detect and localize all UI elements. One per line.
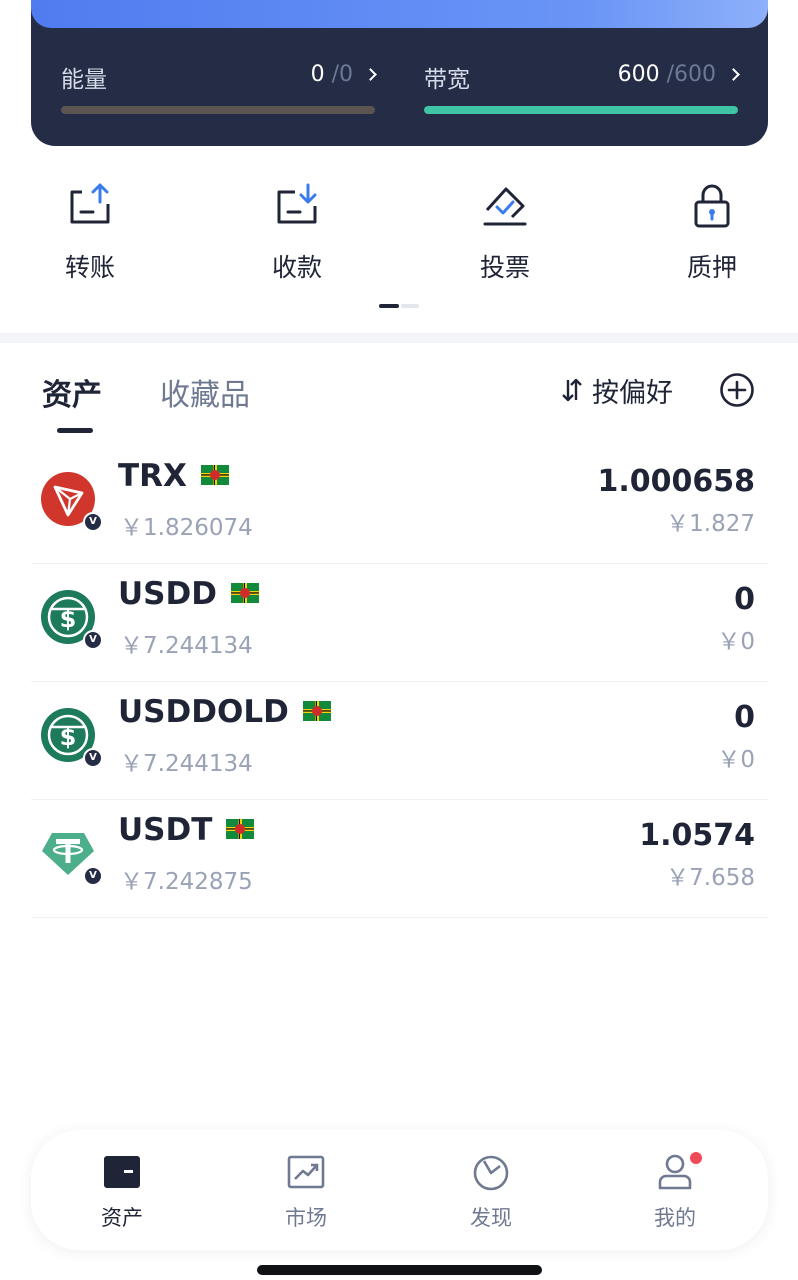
vote-icon xyxy=(483,187,527,226)
token-symbol-row: USDD xyxy=(118,576,259,612)
flag-icon xyxy=(200,464,229,485)
bandwidth-label: 带宽 xyxy=(424,67,470,93)
svg-text:$: $ xyxy=(60,723,77,751)
nav-discover-label: 发现 xyxy=(470,1206,512,1230)
transfer-button[interactable]: 转账 xyxy=(30,180,150,284)
energy-progress-bar xyxy=(61,106,375,114)
nav-profile-label: 我的 xyxy=(654,1206,696,1230)
token-symbol: USDDOLD xyxy=(118,694,289,730)
token-symbol: USDD xyxy=(118,576,217,612)
energy-label: 能量 xyxy=(61,67,107,93)
bandwidth-progress-fill xyxy=(424,106,738,114)
token-symbol-row: TRX xyxy=(118,458,229,494)
verified-badge: V xyxy=(83,748,103,768)
transfer-label: 转账 xyxy=(64,253,115,282)
sort-button[interactable]: 按偏好 xyxy=(562,372,673,409)
token-value: ￥0 xyxy=(717,747,755,773)
nav-profile[interactable]: 我的 xyxy=(620,1150,730,1232)
nav-assets[interactable]: 资产 xyxy=(67,1152,177,1232)
token-price: ￥7.242875 xyxy=(120,869,253,895)
verified-badge: V xyxy=(83,630,103,650)
market-chart-icon xyxy=(287,1155,325,1189)
verified-badge: V xyxy=(83,512,103,532)
chevron-right-icon xyxy=(727,68,740,81)
token-amount: 1.0574 xyxy=(639,818,755,853)
flag-icon xyxy=(302,700,331,721)
token-symbol-row: USDT xyxy=(118,812,255,848)
token-row-usdt[interactable]: V USDT ￥7.242875 1.0574 ￥7.658 xyxy=(31,800,768,918)
token-amount: 1.000658 xyxy=(597,464,755,499)
bandwidth-values: 600 /600 xyxy=(617,62,740,87)
token-amount: 0 xyxy=(734,700,755,735)
bandwidth-progress-bar xyxy=(424,106,738,114)
token-symbol: USDT xyxy=(118,812,213,848)
nav-discover[interactable]: 发现 xyxy=(436,1152,546,1232)
token-value: ￥7.658 xyxy=(666,865,755,891)
token-value: ￥1.827 xyxy=(666,511,755,537)
stake-button[interactable]: 质押 xyxy=(652,180,772,284)
token-amount: 0 xyxy=(734,582,755,617)
token-row-usdd[interactable]: $ V USDD ￥7.244134 0 ￥0 xyxy=(31,564,768,682)
token-price: ￥1.826074 xyxy=(120,515,253,541)
active-tab-indicator xyxy=(57,428,93,433)
receive-label: 收款 xyxy=(271,253,322,282)
home-indicator xyxy=(257,1265,542,1275)
stake-label: 质押 xyxy=(686,253,737,282)
discover-icon xyxy=(473,1155,509,1191)
energy-resource[interactable]: 能量 0 /0 xyxy=(61,60,377,120)
account-banner[interactable] xyxy=(31,0,768,28)
token-price: ￥7.244134 xyxy=(120,633,253,659)
token-symbol: TRX xyxy=(118,458,187,494)
section-divider xyxy=(0,333,798,343)
sort-label: 按偏好 xyxy=(592,377,673,409)
bandwidth-resource[interactable]: 带宽 600 /600 xyxy=(424,60,740,120)
page-dot xyxy=(401,304,419,308)
receive-icon xyxy=(277,183,317,224)
vote-label: 投票 xyxy=(479,253,530,282)
energy-current: 0 xyxy=(310,62,325,87)
energy-max: /0 xyxy=(331,62,353,87)
verified-badge: V xyxy=(83,866,103,886)
transfer-out-icon xyxy=(70,183,110,224)
notification-dot xyxy=(688,1150,704,1166)
sort-arrows-icon xyxy=(562,378,582,402)
token-value: ￥0 xyxy=(717,629,755,655)
flag-icon xyxy=(226,818,255,839)
svg-text:$: $ xyxy=(60,605,77,633)
bottom-nav: 资产 市场 发现 我的 xyxy=(31,1130,768,1250)
vote-button[interactable]: 投票 xyxy=(445,180,565,284)
page-dot-active xyxy=(379,304,399,308)
token-row-usddold[interactable]: $ V USDDOLD ￥7.244134 0 ￥0 xyxy=(31,682,768,800)
wallet-icon xyxy=(104,1156,140,1188)
actions-page-indicator xyxy=(379,304,419,308)
nav-market[interactable]: 市场 xyxy=(251,1152,361,1232)
nav-assets-label: 资产 xyxy=(101,1206,143,1230)
token-symbol-row: USDDOLD xyxy=(118,694,331,730)
bandwidth-max: /600 xyxy=(666,62,716,87)
quick-actions: 转账 收款 投票 质押 xyxy=(0,180,798,290)
add-token-button[interactable] xyxy=(719,372,755,408)
flag-icon xyxy=(230,582,259,603)
tab-collectibles[interactable]: 收藏品 xyxy=(160,370,250,414)
token-price: ￥7.244134 xyxy=(120,751,253,777)
receive-button[interactable]: 收款 xyxy=(237,180,357,284)
tab-assets[interactable]: 资产 xyxy=(42,370,102,414)
token-row-trx[interactable]: V TRX ￥1.826074 1.000658 ￥1.827 xyxy=(31,446,768,564)
nav-market-label: 市场 xyxy=(285,1206,327,1230)
bandwidth-current: 600 xyxy=(617,62,660,87)
chevron-right-icon xyxy=(364,68,377,81)
energy-values: 0 /0 xyxy=(310,62,377,87)
lock-icon xyxy=(694,184,730,228)
wallet-screen: 能量 0 /0 带宽 600 /600 转账 收款 投票 质押 资产 收藏品 按… xyxy=(0,0,798,1280)
